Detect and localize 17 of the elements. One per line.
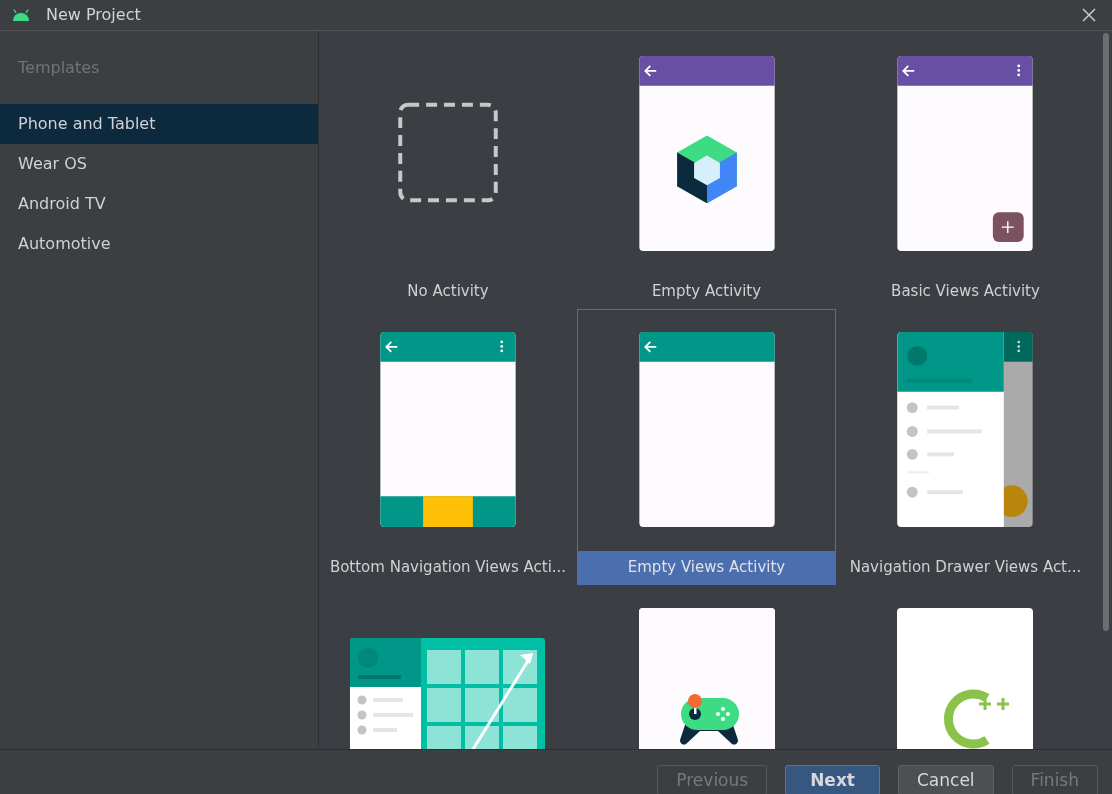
android-icon — [12, 9, 30, 21]
template-label[interactable]: No Activity — [320, 275, 576, 308]
template-label[interactable]: Bottom Navigation Views Acti... — [320, 551, 576, 584]
sidebar-item[interactable]: Wear OS — [0, 144, 318, 184]
sidebar-item[interactable]: Android TV — [0, 184, 318, 224]
window-title: New Project — [46, 4, 141, 26]
template-label[interactable]: Navigation Drawer Views Act... — [837, 551, 1094, 584]
template-label[interactable]: Empty Views Activity — [578, 551, 835, 584]
sidebar-item[interactable]: Automotive — [0, 224, 318, 264]
sidebar-heading: Templates — [17, 57, 101, 79]
template-label[interactable]: Basic Views Activity — [837, 275, 1094, 308]
dialog-button[interactable]: Next — [785, 765, 880, 794]
sidebar-item[interactable]: Phone and Tablet — [0, 104, 318, 144]
close-icon[interactable] — [1082, 8, 1096, 22]
template-label[interactable]: Empty Activity — [578, 275, 835, 308]
scrollbar[interactable] — [1103, 33, 1109, 631]
dialog-button[interactable]: Cancel — [898, 765, 994, 794]
